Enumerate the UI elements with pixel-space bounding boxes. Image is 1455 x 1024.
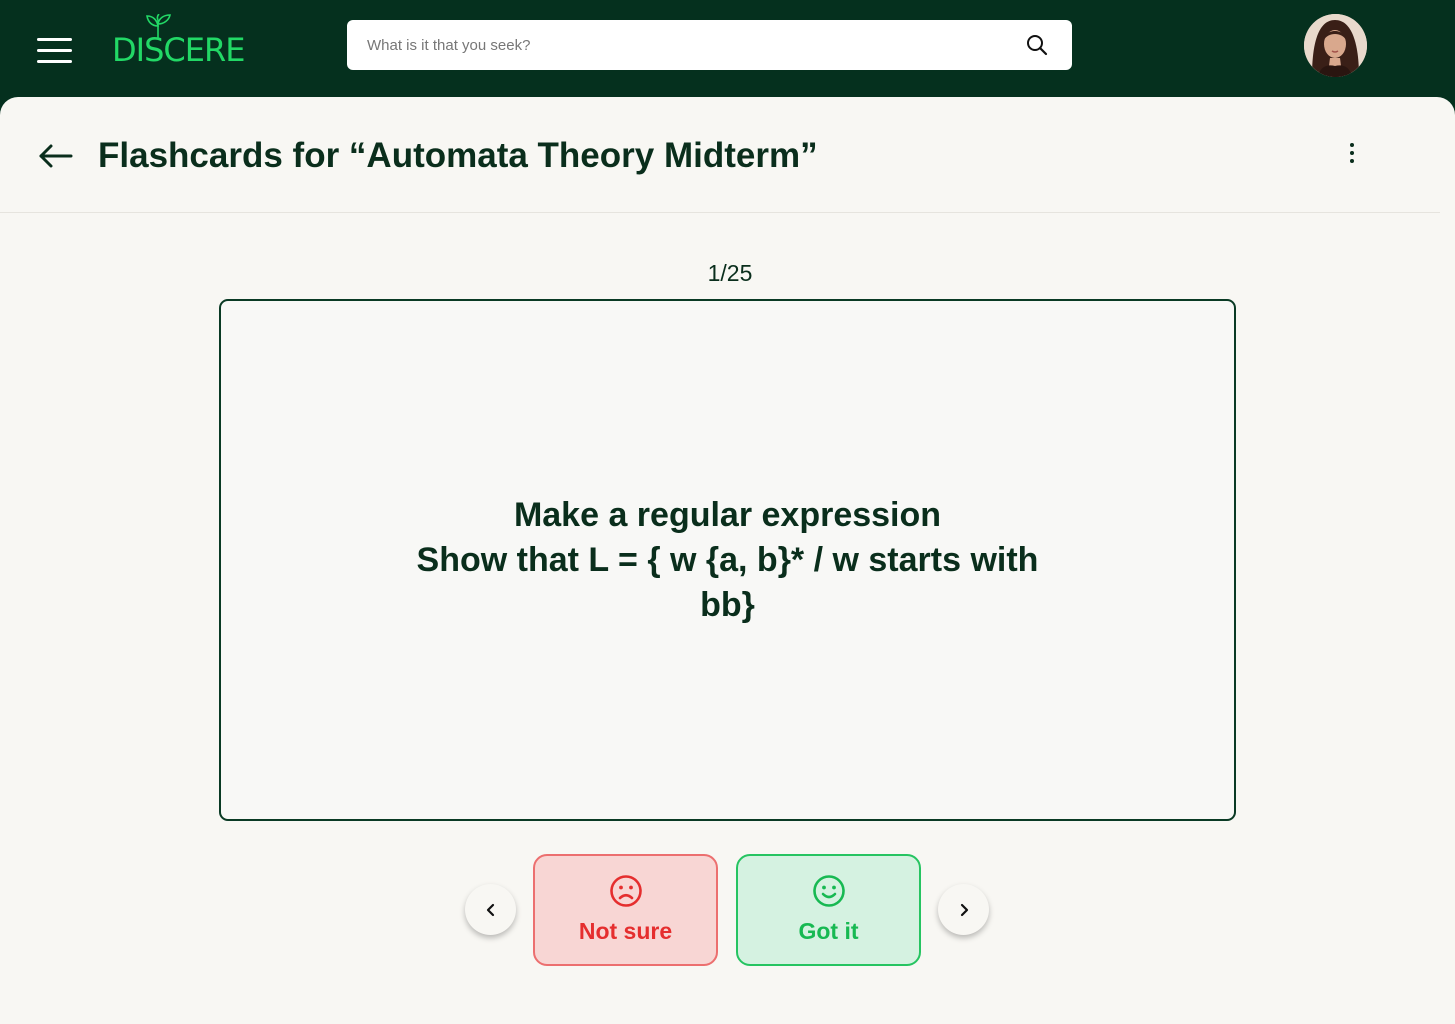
avatar-image bbox=[1304, 14, 1367, 77]
app-logo[interactable]: DISCERE bbox=[112, 14, 245, 69]
next-card-button[interactable] bbox=[938, 884, 989, 935]
flashcard-line-1: Make a regular expression bbox=[513, 495, 942, 534]
back-arrow-icon[interactable] bbox=[38, 141, 74, 171]
hamburger-menu-icon[interactable] bbox=[37, 38, 72, 66]
not-sure-button[interactable]: Not sure bbox=[533, 854, 718, 966]
flashcard[interactable]: Make a regular expression Show that L = … bbox=[219, 299, 1236, 821]
flashcard-text: Make a regular expression Show that L = … bbox=[408, 493, 1048, 628]
got-it-label: Got it bbox=[798, 918, 859, 944]
search-bar bbox=[347, 20, 1072, 70]
more-options-icon[interactable] bbox=[1340, 141, 1364, 165]
got-it-button[interactable]: Got it bbox=[736, 854, 921, 966]
previous-card-button[interactable] bbox=[465, 884, 516, 935]
user-avatar[interactable] bbox=[1304, 14, 1367, 77]
card-counter: 1/25 bbox=[707, 260, 753, 286]
page-header: Flashcards for “Automata Theory Midterm” bbox=[0, 97, 1440, 213]
smile-face-icon bbox=[812, 875, 845, 907]
sad-face-icon bbox=[609, 875, 642, 907]
search-icon[interactable] bbox=[1025, 33, 1049, 57]
logo-text: DISCERE bbox=[112, 31, 245, 69]
search-input[interactable] bbox=[367, 20, 1007, 70]
main-panel: Flashcards for “Automata Theory Midterm”… bbox=[0, 97, 1455, 1024]
page-title: Flashcards for “Automata Theory Midterm” bbox=[98, 136, 818, 175]
chevron-left-icon bbox=[486, 903, 494, 916]
chevron-right-icon bbox=[960, 903, 968, 916]
not-sure-label: Not sure bbox=[578, 918, 673, 944]
flashcard-line-2: Show that L = { w {a, b}* / w starts wit… bbox=[416, 540, 1039, 624]
top-bar: DISCERE bbox=[0, 0, 1455, 97]
